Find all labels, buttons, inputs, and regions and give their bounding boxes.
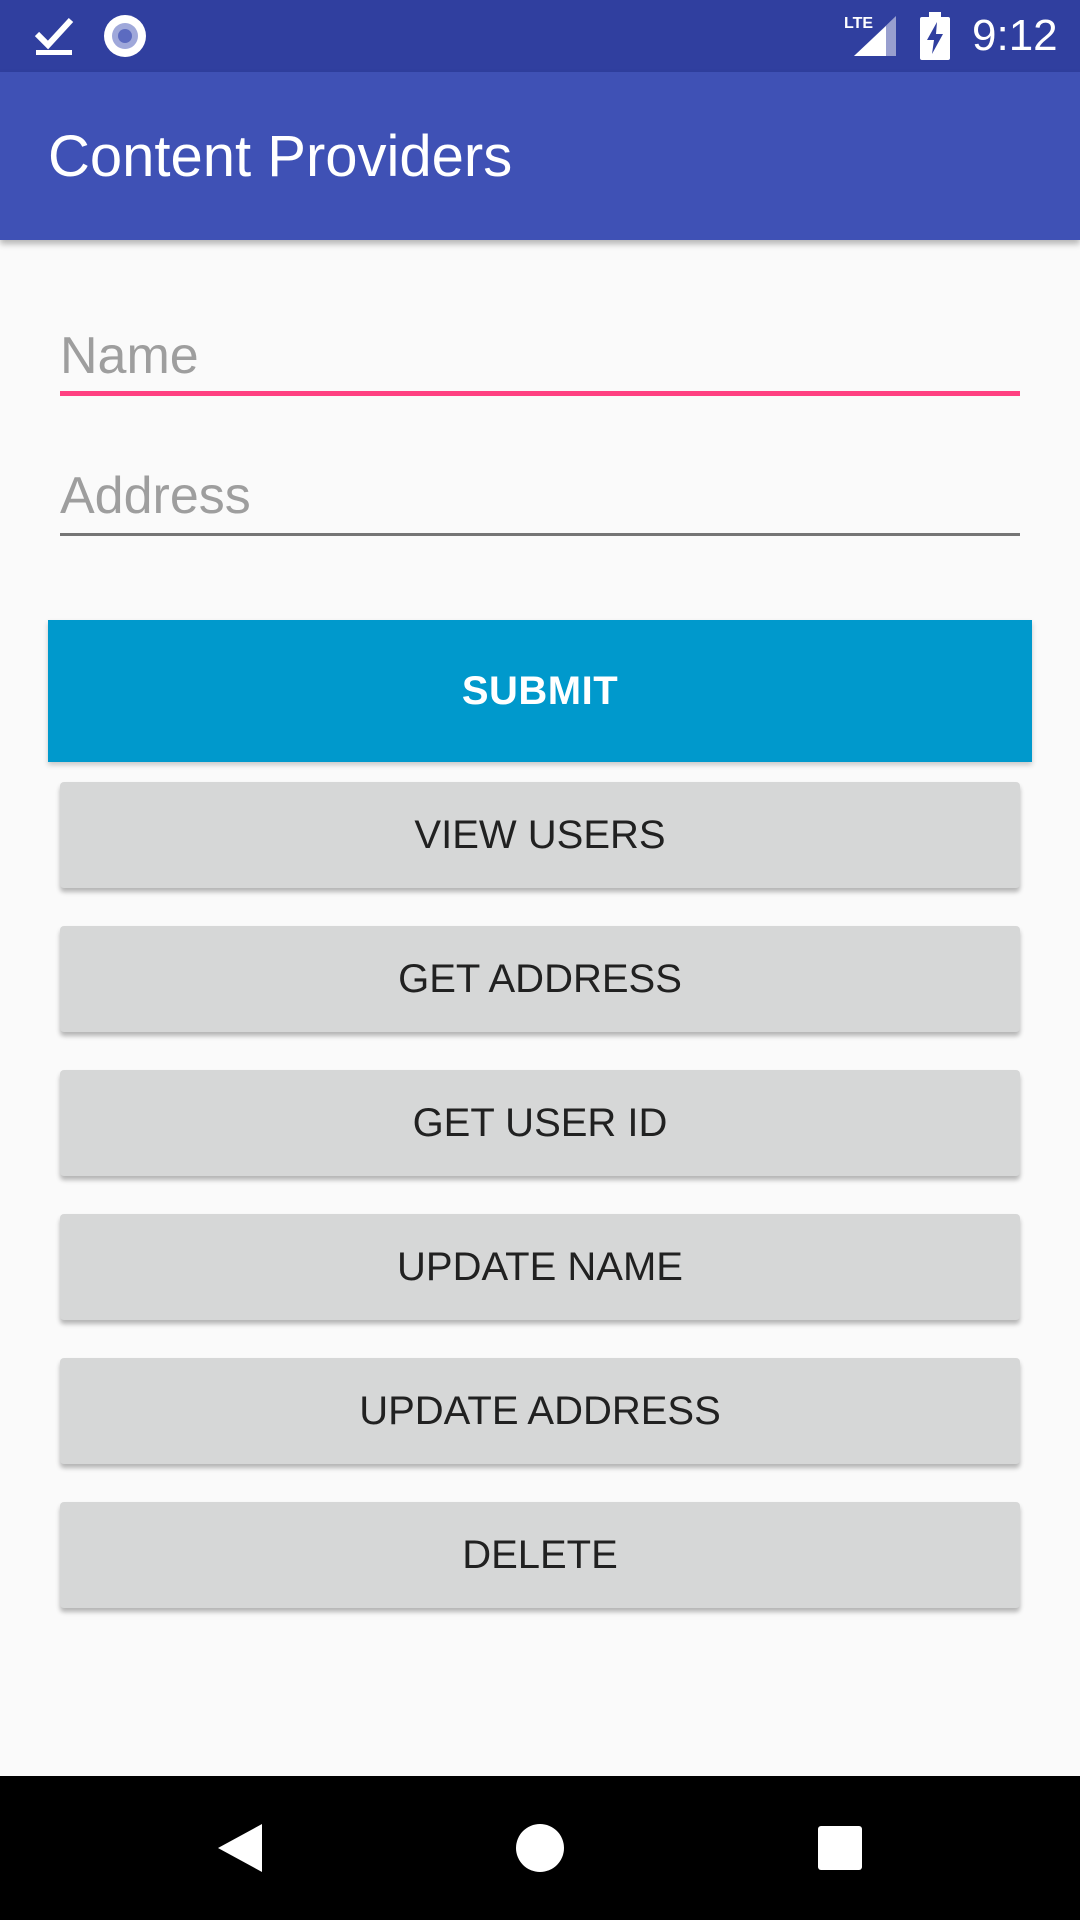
get-address-button[interactable]: GET ADDRESS (60, 926, 1020, 1032)
recents-icon[interactable] (816, 1824, 864, 1872)
delete-button[interactable]: DELETE (60, 1502, 1020, 1608)
address-input[interactable] (60, 458, 1020, 536)
checkmark-notification-icon (34, 17, 74, 55)
lte-signal-icon: LTE (844, 15, 896, 56)
app-bar: Content Providers (0, 72, 1080, 240)
name-input[interactable] (60, 320, 1020, 396)
lte-label: LTE (844, 15, 873, 32)
app-title: Content Providers (48, 124, 513, 189)
status-time: 9:12 (972, 11, 1058, 60)
submit-button[interactable]: SUBMIT (48, 620, 1032, 762)
update-name-button[interactable]: UPDATE NAME (60, 1214, 1020, 1320)
view-users-button[interactable]: VIEW USERS (60, 782, 1020, 888)
status-bar: LTE 9:12 (0, 0, 1080, 72)
circle-notification-icon (104, 15, 146, 57)
home-icon[interactable] (514, 1822, 566, 1874)
update-address-button[interactable]: UPDATE ADDRESS (60, 1358, 1020, 1464)
navigation-bar (0, 1776, 1080, 1920)
back-icon[interactable] (214, 1822, 264, 1874)
get-user-id-button[interactable]: GET USER ID (60, 1070, 1020, 1176)
battery-charging-icon (920, 12, 950, 60)
screen: LTE 9:12 Content Providers SUBMIT VIEW U… (0, 0, 1080, 1920)
